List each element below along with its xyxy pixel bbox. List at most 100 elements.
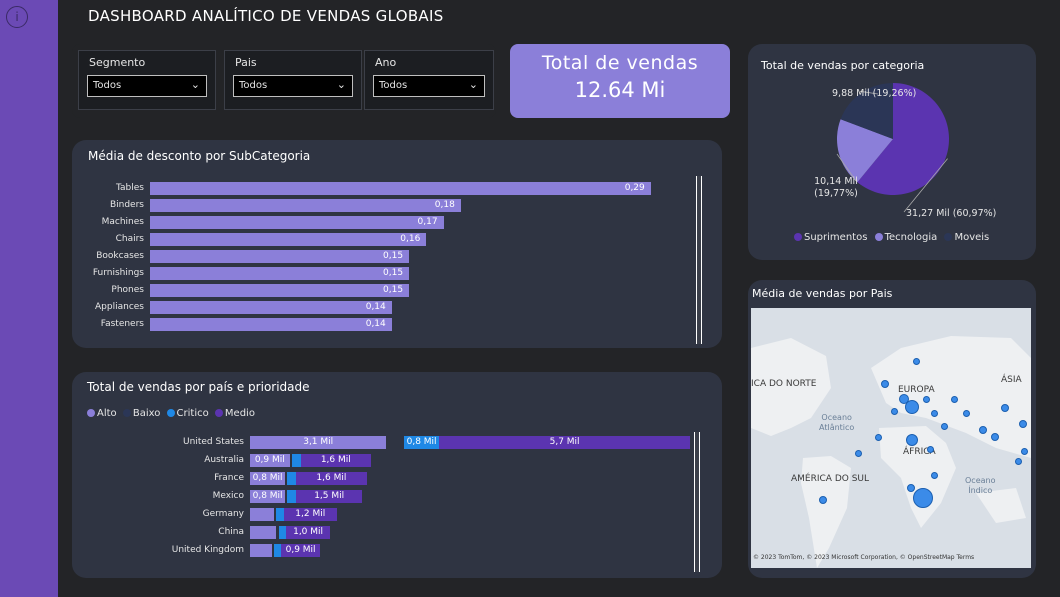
bar-segment-critico[interactable]	[287, 472, 297, 485]
page-title: DASHBOARD ANALÍTICO DE VENDAS GLOBAIS	[88, 7, 444, 25]
map-bubble[interactable]	[1015, 458, 1022, 465]
map-bubble[interactable]	[979, 426, 987, 434]
priority-chart-panel[interactable]: Total de vendas por país e prioridade Al…	[72, 372, 722, 578]
bar-segment-alto[interactable]	[250, 544, 272, 557]
chevron-down-icon: ⌄	[336, 78, 346, 91]
bar-segment-alto[interactable]: 3,1 Mil	[250, 436, 387, 449]
bar-segment-alto[interactable]	[250, 526, 277, 539]
vertical-scrollbar[interactable]	[694, 432, 700, 572]
segmento-dropdown[interactable]: Todos ⌄	[87, 75, 207, 97]
bar[interactable]	[150, 216, 444, 229]
pie-chart-panel[interactable]: Total de vendas por categoria 31,27 Mil …	[748, 44, 1036, 260]
slicer-segmento: Segmento Todos ⌄	[78, 50, 216, 110]
bar-segment-critico[interactable]	[274, 544, 281, 557]
bar[interactable]	[150, 199, 461, 212]
map-bubble[interactable]	[881, 380, 889, 388]
discount-bar-chart: Tables 0,29 Binders 0,18 Machines 0,17 Chairs 0…	[72, 182, 692, 342]
map-bubble[interactable]	[963, 410, 970, 417]
bar-segment-critico[interactable]	[291, 454, 301, 467]
discount-chart-panel[interactable]: Média de desconto por SubCategoria Table…	[72, 140, 722, 348]
map-bubble[interactable]	[875, 434, 882, 441]
legend-label: Medio	[224, 408, 255, 419]
map-bubble[interactable]	[927, 446, 934, 453]
map-bubble[interactable]	[951, 396, 958, 403]
map-panel[interactable]: Média de vendas por Pais ICA DO NORTE EU…	[748, 280, 1036, 578]
legend-item-baixo[interactable]: Baixo	[122, 408, 161, 419]
bar-segment-critico[interactable]: 0,8 Mil	[404, 436, 440, 449]
legend-label: Baixo	[132, 408, 161, 419]
slicer-pais: Pais Todos ⌄	[224, 50, 362, 110]
bar-segment-medio[interactable]: 1,6 Mil	[300, 454, 371, 467]
legend-dot-icon	[87, 409, 95, 417]
bar-segment-medio[interactable]: 1,0 Mil	[286, 526, 331, 539]
chart-legend: Suprimentos Tecnologia Moveis	[794, 232, 989, 243]
legend-label: Critico	[176, 408, 209, 419]
bar-segment-medio[interactable]: 0,9 Mil	[280, 544, 321, 557]
bar[interactable]	[150, 267, 409, 280]
chart-legend: Alto Baixo Critico Medio	[87, 408, 255, 419]
vertical-scrollbar[interactable]	[696, 176, 702, 344]
sidebar: i	[0, 0, 58, 597]
map-bubble[interactable]	[941, 423, 948, 430]
bar[interactable]	[150, 233, 427, 246]
world-map[interactable]: ICA DO NORTE EUROPA ÁSIA ÁFRICA AMÉRICA …	[751, 308, 1031, 568]
bar[interactable]	[150, 250, 409, 263]
bar-segment-critico[interactable]	[276, 508, 284, 521]
info-icon[interactable]: i	[6, 6, 28, 28]
kpi-card-total-vendas[interactable]: Total de vendas 12.64 Mi	[510, 44, 730, 118]
ocean-label: Oceano Atlântico	[819, 413, 855, 432]
bar-category-label: Mexico	[212, 491, 244, 501]
map-bubble[interactable]	[906, 434, 918, 446]
bar[interactable]	[150, 182, 651, 195]
legend-item-alto[interactable]: Alto	[87, 408, 117, 419]
bar-segment-alto[interactable]: 0,9 Mil	[250, 454, 290, 467]
map-bubble[interactable]	[1019, 420, 1027, 428]
legend-item-medio[interactable]: Medio	[214, 408, 255, 419]
legend-dot-icon	[122, 409, 131, 417]
bar-segment-critico[interactable]	[287, 490, 297, 503]
legend-item-critico[interactable]: Critico	[166, 408, 209, 419]
bar[interactable]	[150, 318, 392, 331]
bar-segment-alto[interactable]	[250, 508, 275, 521]
bar-segment-medio[interactable]: 1,2 Mil	[283, 508, 337, 521]
bar-category-label: Phones	[111, 285, 144, 295]
bar-segment-medio[interactable]: 5,7 Mil	[439, 436, 690, 449]
bar-segment-medio[interactable]: 1,5 Mil	[296, 490, 363, 503]
map-bubble[interactable]	[1021, 448, 1028, 455]
bar-segment-medio[interactable]: 1,6 Mil	[296, 472, 367, 485]
map-bubble[interactable]	[819, 496, 827, 504]
map-bubble[interactable]	[1001, 404, 1009, 412]
pie-chart: 31,27 Mil (60,97%) 10,14 Mil(19,77%) 9,88 …	[814, 83, 996, 219]
bar-segment-critico[interactable]	[278, 526, 287, 539]
map-bubble[interactable]	[923, 396, 930, 403]
bar[interactable]	[150, 301, 392, 314]
map-bubble[interactable]	[913, 358, 920, 365]
pie-data-label: 31,27 Mil (60,97%)	[906, 208, 996, 219]
map-bubble[interactable]	[913, 488, 933, 508]
legend-item-moveis[interactable]: Moveis	[944, 232, 989, 243]
legend-item-tecnologia[interactable]: Tecnologia	[874, 232, 937, 243]
map-bubble[interactable]	[991, 433, 999, 441]
data-label: 0,14	[365, 319, 386, 329]
map-bubble[interactable]	[891, 408, 898, 415]
data-label: 0,14	[365, 302, 386, 312]
bar-segment-alto[interactable]: 0,8 Mil	[250, 472, 286, 485]
bar-category-label: Machines	[101, 217, 144, 227]
bar-category-label: Bookcases	[96, 251, 144, 261]
map-label: AMÉRICA DO SUL	[791, 474, 870, 484]
pais-dropdown[interactable]: Todos ⌄	[233, 75, 353, 97]
bar-segment-baixo[interactable]	[386, 436, 404, 449]
bar[interactable]	[150, 284, 409, 297]
bar-segment-alto[interactable]: 0,8 Mil	[250, 490, 286, 503]
ano-dropdown[interactable]: Todos ⌄	[373, 75, 485, 97]
map-bubble[interactable]	[907, 484, 915, 492]
kpi-label: Total de vendas	[541, 52, 699, 74]
bar-category-label: Chairs	[115, 234, 144, 244]
legend-item-suprimentos[interactable]: Suprimentos	[794, 232, 867, 243]
map-bubble[interactable]	[855, 450, 862, 457]
map-bubble[interactable]	[931, 410, 938, 417]
map-bubble[interactable]	[905, 400, 919, 414]
slicer-label: Pais	[235, 56, 257, 69]
slicer-label: Segmento	[89, 56, 146, 69]
map-bubble[interactable]	[931, 472, 938, 479]
